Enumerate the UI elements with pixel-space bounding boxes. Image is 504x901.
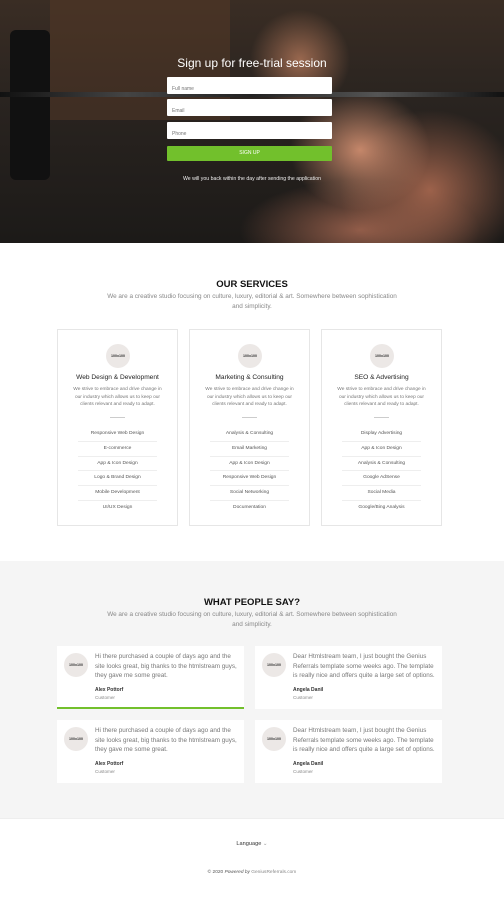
service-list: Display Advertising App & Icon Design An… <box>342 427 421 516</box>
service-list-item[interactable]: Documentation <box>210 501 289 516</box>
testimonial-quote: Dear Htmlstream team, I just bought the … <box>293 727 435 754</box>
phone-input[interactable] <box>167 122 332 139</box>
language-selector[interactable]: Language ⌄ <box>0 841 504 847</box>
service-image-placeholder: 100x100 <box>106 344 130 368</box>
services-description: We are a creative studio focusing on cul… <box>107 293 397 310</box>
services-title: OUR SERVICES <box>216 279 288 290</box>
service-list-item[interactable]: Analysis & Consulting <box>342 457 421 472</box>
service-name: Marketing & Consulting <box>215 374 284 381</box>
testimonial-role: Customer <box>293 769 313 774</box>
hero-section: Sign up for free-trial session SIGN UP W… <box>0 0 504 243</box>
signup-button[interactable]: SIGN UP <box>167 146 332 161</box>
testimonial-author: Alex Pottorf <box>95 761 124 767</box>
service-image-placeholder: 100x100 <box>370 344 394 368</box>
service-card: 100x100 Marketing & Consulting We strive… <box>189 329 310 526</box>
service-list: Responsive Web Design E-commerce App & I… <box>78 427 157 516</box>
service-text: We strive to embrace and drive change in… <box>73 387 162 408</box>
testimonial-avatar-placeholder: 100x100 <box>64 653 88 677</box>
testimonial-role: Customer <box>95 695 115 700</box>
testimonial-quote: Hi there purchased a couple of days ago … <box>95 653 237 680</box>
service-list: Analysis & Consulting Email Marketing Ap… <box>210 427 289 516</box>
testimonial-avatar-placeholder: 100x100 <box>262 727 286 751</box>
testimonial-avatar-placeholder: 100x100 <box>64 727 88 751</box>
testimonial-card[interactable]: 100x100 Dear Htmlstream team, I just bou… <box>255 720 442 783</box>
service-list-item[interactable]: Social Networking <box>210 486 289 501</box>
service-list-item[interactable]: Social Media <box>342 486 421 501</box>
service-text: We strive to embrace and drive change in… <box>337 387 426 408</box>
divider <box>110 417 125 418</box>
service-list-item[interactable]: App & Icon Design <box>210 457 289 472</box>
testimonial-author: Angela Danil <box>293 687 324 693</box>
testimonial-card[interactable]: 100x100 Dear Htmlstream team, I just bou… <box>255 646 442 709</box>
testimonial-card[interactable]: 100x100 Hi there purchased a couple of d… <box>57 720 244 783</box>
testimonial-card[interactable]: 100x100 Hi there purchased a couple of d… <box>57 646 244 709</box>
service-card: 100x100 Web Design & Development We stri… <box>57 329 178 526</box>
testimonial-quote: Dear Htmlstream team, I just bought the … <box>293 653 435 680</box>
service-text: We strive to embrace and drive change in… <box>205 387 294 408</box>
testimonial-quote: Hi there purchased a couple of days ago … <box>95 727 237 754</box>
copyright-prefix: © 2020 <box>207 870 224 875</box>
service-list-item[interactable]: Mobile Development <box>78 486 157 501</box>
testimonial-role: Customer <box>95 769 115 774</box>
powered-by-text: Powered by <box>224 870 250 875</box>
service-list-item[interactable]: Responsive Web Design <box>78 427 157 442</box>
service-name: Web Design & Development <box>76 374 159 381</box>
chevron-down-icon: ⌄ <box>262 841 268 847</box>
hero-note: We will you back within the day after se… <box>182 176 322 182</box>
footer-divider <box>0 818 504 819</box>
testimonial-role: Customer <box>293 695 313 700</box>
service-list-item[interactable]: Email Marketing <box>210 442 289 457</box>
divider <box>374 417 389 418</box>
service-list-item[interactable]: App & Icon Design <box>78 457 157 472</box>
copyright: © 2020 Powered by GeniusReferrals.com <box>0 870 504 875</box>
service-list-item[interactable]: Google/Bing Analysis <box>342 501 421 516</box>
testimonial-author: Angela Danil <box>293 761 324 767</box>
full-name-input[interactable] <box>167 77 332 94</box>
testimonial-avatar-placeholder: 100x100 <box>262 653 286 677</box>
service-card: 100x100 SEO & Advertising We strive to e… <box>321 329 442 526</box>
divider <box>242 417 257 418</box>
email-input[interactable] <box>167 99 332 116</box>
testimonial-author: Alex Pottorf <box>95 687 124 693</box>
service-list-item[interactable]: Logo & Brand Design <box>78 471 157 487</box>
hero-title: Sign up for free-trial session <box>177 56 327 70</box>
service-list-item[interactable]: Display Advertising <box>342 427 421 442</box>
powered-by-link[interactable]: GeniusReferrals.com <box>251 870 296 875</box>
language-label: Language <box>236 841 262 847</box>
testimonials-title: WHAT PEOPLE SAY? <box>203 597 301 608</box>
service-list-item[interactable]: App & Icon Design <box>342 442 421 457</box>
testimonials-description: We are a creative studio focusing on cul… <box>107 611 397 628</box>
service-list-item[interactable]: Analysis & Consulting <box>210 427 289 442</box>
service-list-item[interactable]: Responsive Web Design <box>210 471 289 487</box>
service-list-item[interactable]: UI/UX Design <box>78 501 157 516</box>
service-image-placeholder: 100x100 <box>238 344 262 368</box>
service-name: SEO & Advertising <box>354 374 409 381</box>
service-list-item[interactable]: Google AdSense <box>342 471 421 487</box>
hero-weight-plate <box>10 30 50 180</box>
service-list-item[interactable]: E-commerce <box>78 442 157 457</box>
